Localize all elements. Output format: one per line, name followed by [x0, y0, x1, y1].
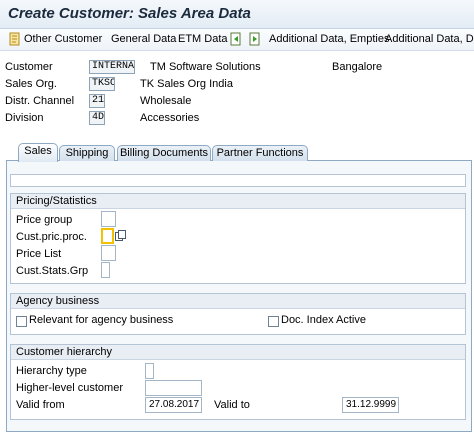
cust-pric-proc-label: Cust.pric.proc.: [16, 231, 87, 243]
other-customer-icon[interactable]: [8, 32, 22, 46]
relevant-agency-label: Relevant for agency business: [29, 314, 174, 326]
valid-from-input[interactable]: 27.08.2017: [145, 397, 202, 413]
customer-hierarchy-group: Customer hierarchy Hierarchy type Higher…: [10, 344, 466, 420]
agency-business-group: Agency business Relevant for agency busi…: [10, 293, 466, 335]
sales-org-label: Sales Org.: [5, 78, 57, 90]
cust-stats-grp-input[interactable]: [101, 262, 110, 278]
cust-stats-grp-label: Cust.Stats.Grp: [16, 265, 89, 277]
sales-org-value: TKSO: [89, 77, 115, 91]
price-list-input[interactable]: [101, 245, 116, 261]
tab-partner-functions[interactable]: Partner Functions: [212, 145, 308, 161]
valid-to-input[interactable]: 31.12.9999: [342, 397, 399, 413]
higher-level-customer-label: Higher-level customer: [16, 382, 123, 394]
customer-value: INTERNAL: [89, 60, 135, 74]
valid-from-label: Valid from: [16, 399, 65, 411]
distr-channel-value: 21: [89, 94, 105, 108]
customer-city: Bangalore: [332, 61, 383, 73]
doc-index-label: Doc. Index Active: [281, 314, 366, 326]
customer-label: Customer: [5, 61, 53, 73]
price-group-input[interactable]: [101, 211, 116, 227]
pricing-statistics-title: Pricing/Statistics: [11, 194, 465, 209]
tab-shipping[interactable]: Shipping: [59, 145, 115, 161]
sales-org-name: TK Sales Org India: [140, 78, 233, 90]
doc-index-checkbox[interactable]: [268, 316, 279, 327]
price-group-label: Price group: [16, 214, 73, 226]
empty-section: [10, 174, 466, 187]
tab-sales[interactable]: Sales: [18, 143, 58, 162]
division-value: 4D: [89, 111, 105, 125]
tab-billing-documents[interactable]: Billing Documents: [117, 145, 211, 161]
etm-data-button[interactable]: ETM Data: [178, 33, 228, 45]
agency-business-title: Agency business: [11, 294, 465, 309]
pricing-statistics-group: Pricing/Statistics Price group Cust.pric…: [10, 193, 466, 284]
general-data-button[interactable]: General Data: [111, 33, 176, 45]
hierarchy-type-input[interactable]: [145, 363, 154, 379]
window-title: Create Customer: Sales Area Data: [8, 5, 251, 22]
higher-level-customer-input[interactable]: [145, 380, 202, 396]
division-name: Accessories: [140, 112, 200, 124]
customer-name: TM Software Solutions: [150, 61, 261, 73]
division-label: Division: [5, 112, 44, 124]
title-bar: Create Customer: Sales Area Data: [0, 0, 474, 29]
price-list-label: Price List: [16, 248, 62, 260]
application-toolbar: Other Customer General Data ETM Data Add…: [0, 29, 474, 51]
distr-channel-label: Distr. Channel: [5, 95, 75, 107]
additional-data-dsd-button[interactable]: Additional Data, DSD: [385, 33, 474, 45]
customer-hierarchy-title: Customer hierarchy: [11, 345, 465, 360]
value-help-icon[interactable]: [115, 230, 126, 241]
other-customer-button[interactable]: Other Customer: [24, 33, 102, 45]
relevant-agency-checkbox[interactable]: [16, 316, 27, 327]
additional-data-empties-button[interactable]: Additional Data, Empties: [269, 33, 389, 45]
hierarchy-type-label: Hierarchy type: [16, 365, 87, 377]
distr-channel-name: Wholesale: [140, 95, 192, 107]
valid-to-label: Valid to: [214, 399, 250, 411]
previous-screen-icon[interactable]: [229, 32, 243, 46]
cust-pric-proc-input[interactable]: [101, 228, 114, 244]
next-screen-icon[interactable]: [248, 32, 262, 46]
